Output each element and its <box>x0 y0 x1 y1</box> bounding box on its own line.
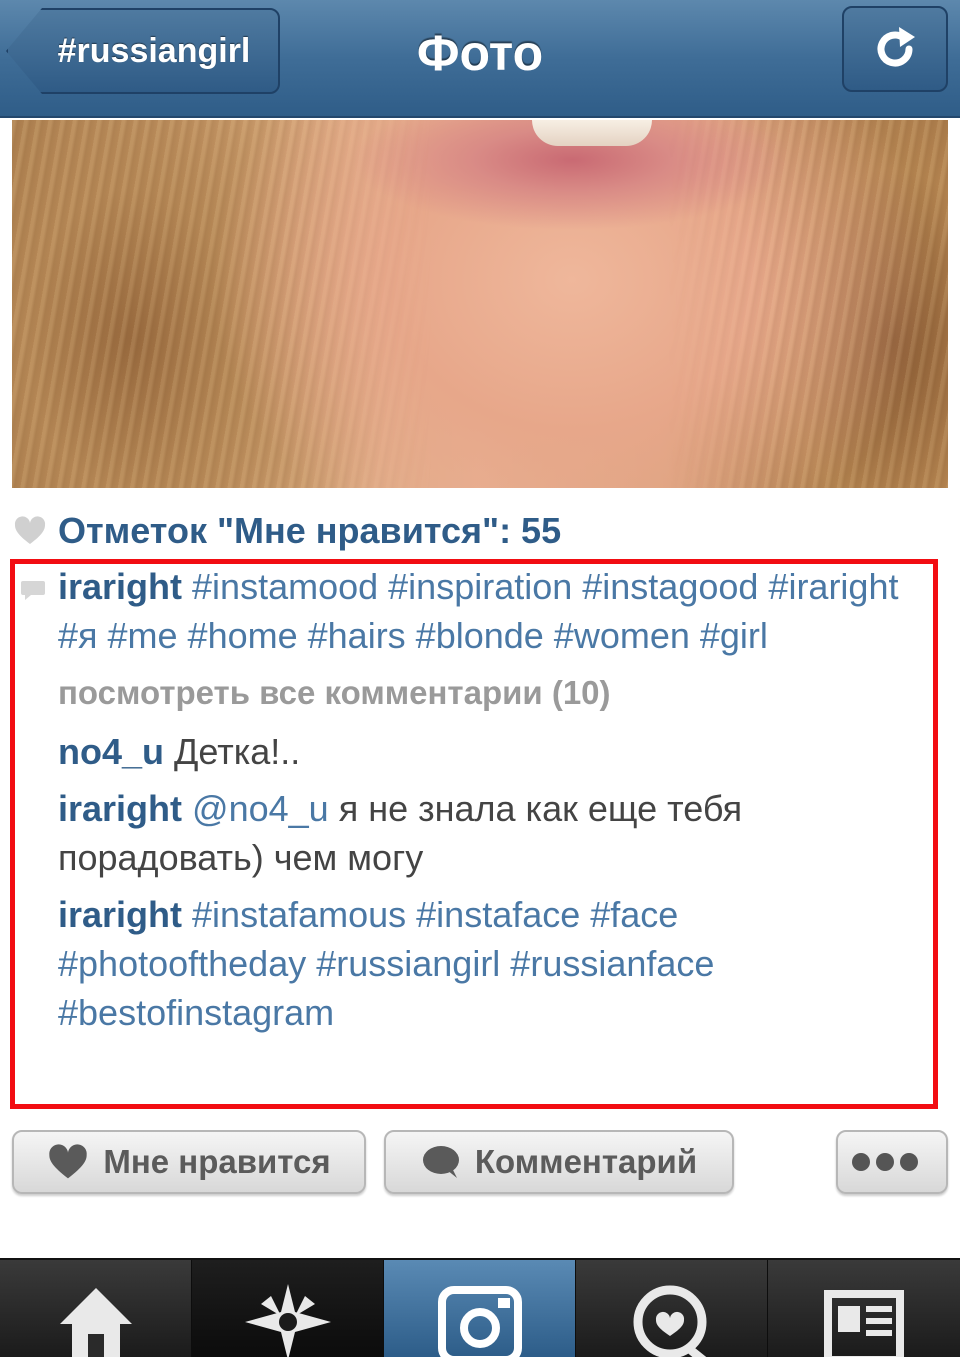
tab-news[interactable] <box>576 1260 768 1357</box>
comment-item: iraright #instafamous #instaface #face #… <box>58 890 928 1037</box>
comment-username[interactable]: no4_u <box>58 731 164 772</box>
like-button-label: Мне нравится <box>103 1143 331 1180</box>
tab-camera[interactable] <box>384 1260 576 1357</box>
heart-icon <box>14 516 46 544</box>
comment-text: Детка!.. <box>174 731 301 772</box>
view-all-comments-link[interactable]: посмотреть все комментарии (10) <box>58 668 928 717</box>
bottom-tab-bar <box>0 1258 960 1357</box>
comment-button-label: Комментарий <box>474 1143 698 1180</box>
comment-item: no4_u Детка!.. <box>58 727 928 776</box>
tab-home[interactable] <box>0 1260 192 1357</box>
comment-username[interactable]: iraright <box>58 788 182 829</box>
news-heart-icon <box>633 1285 706 1357</box>
photo-smile <box>532 120 652 146</box>
profile-icon <box>824 1290 904 1357</box>
top-navbar: #russiangirl Фото <box>0 0 960 118</box>
tab-explore[interactable] <box>192 1260 384 1357</box>
comment-username[interactable]: iraright <box>58 894 182 935</box>
comment-bubble-icon <box>21 581 45 600</box>
refresh-icon <box>877 27 915 67</box>
caption-username[interactable]: iraright <box>58 566 182 607</box>
caption: iraright #instamood #inspiration #instag… <box>58 562 928 660</box>
comments-list: iraright #instamood #inspiration #instag… <box>58 562 928 1045</box>
tab-profile[interactable] <box>768 1260 960 1357</box>
comment-item: iraright @no4_u я не знала как еще тебя … <box>58 784 928 882</box>
more-dots-icon <box>852 1153 918 1171</box>
likes-row[interactable]: Отметок "Мне нравится": 55 <box>12 506 912 556</box>
photo-hair-texture <box>12 120 948 488</box>
comment-bubble-icon <box>422 1146 459 1178</box>
back-button-label: #russiangirl <box>57 31 251 70</box>
likes-count: Отметок "Мне нравится": 55 <box>58 510 562 551</box>
home-icon <box>59 1288 132 1357</box>
comment-mention[interactable]: @no4_u <box>192 788 329 829</box>
refresh-button[interactable] <box>842 6 948 92</box>
camera-icon <box>437 1286 522 1357</box>
comment-button[interactable]: Комментарий <box>384 1130 734 1194</box>
like-button[interactable]: Мне нравится <box>12 1130 366 1194</box>
post-photo[interactable] <box>12 120 948 488</box>
page-title: Фото <box>416 25 544 81</box>
heart-icon <box>49 1144 88 1179</box>
caption-hashtags[interactable]: #instamood #inspiration #instagood #irar… <box>58 566 898 656</box>
more-button[interactable] <box>836 1130 948 1194</box>
back-button[interactable]: #russiangirl <box>6 8 280 94</box>
explore-star-icon <box>244 1284 331 1357</box>
